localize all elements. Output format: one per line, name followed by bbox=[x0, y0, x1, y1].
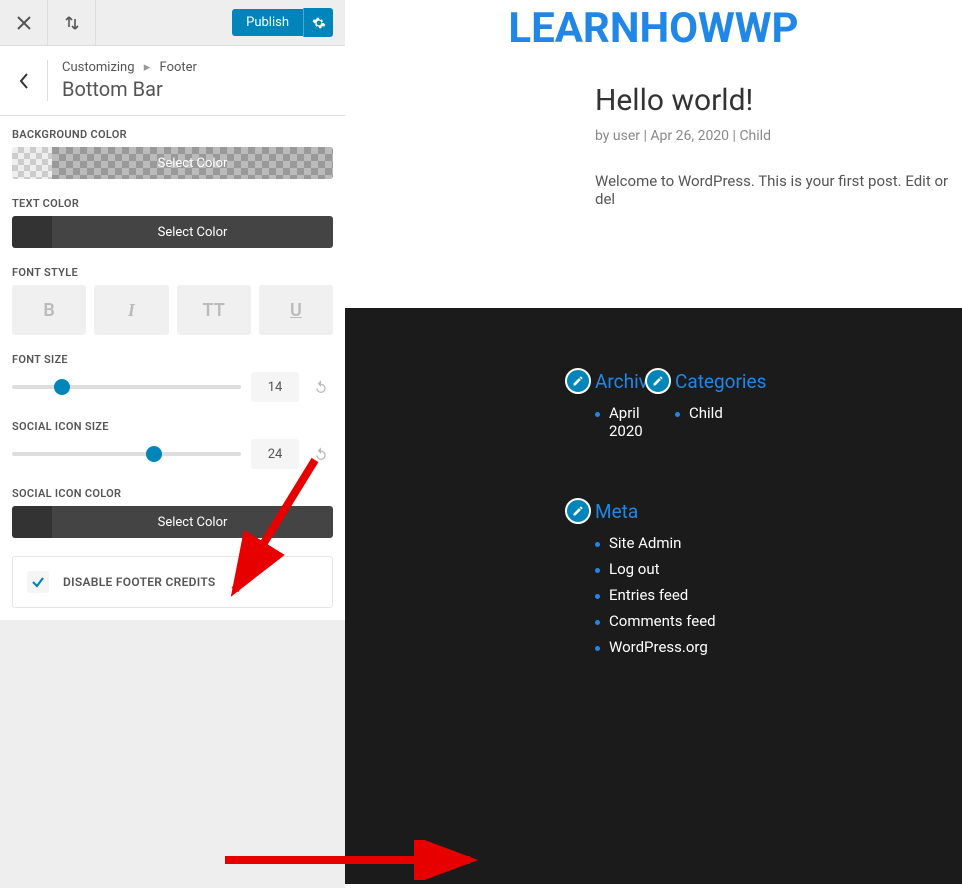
disable-footer-credits-checkbox[interactable] bbox=[27, 571, 49, 593]
post-meta-author[interactable]: user bbox=[613, 128, 640, 144]
reset-icon bbox=[313, 379, 329, 395]
text-color-control: TEXT COLOR Select Color bbox=[12, 197, 333, 248]
font-style-label: FONT STYLE bbox=[12, 266, 333, 279]
site-footer: Archives April 2020 Categories Child bbox=[345, 308, 962, 884]
social-icon-size-reset-button[interactable] bbox=[309, 446, 333, 462]
list-item[interactable]: April 2020 bbox=[595, 404, 675, 440]
breadcrumb-separator: ▸ bbox=[144, 60, 151, 75]
background-color-label: BACKGROUND COLOR bbox=[12, 128, 333, 141]
social-icon-size-input[interactable] bbox=[251, 439, 299, 469]
social-icon-color-control: SOCIAL ICON COLOR Select Color bbox=[12, 487, 333, 538]
post-meta: by user | Apr 26, 2020 | Child bbox=[595, 128, 962, 144]
list-item[interactable]: Entries feed bbox=[595, 586, 962, 604]
pencil-icon bbox=[572, 505, 584, 517]
meta-widget: Meta Site Admin Log out Entries feed Com… bbox=[595, 498, 962, 656]
disable-footer-credits-row[interactable]: DISABLE FOOTER CREDITS bbox=[12, 556, 333, 608]
site-preview: LEARNHOWWP Hello world! by user | Apr 26… bbox=[345, 0, 962, 888]
breadcrumb-parent[interactable]: Footer bbox=[160, 60, 197, 75]
text-color-swatch[interactable] bbox=[12, 216, 52, 248]
publish-group: Publish bbox=[232, 8, 333, 37]
edit-widget-button[interactable] bbox=[565, 498, 591, 524]
section-title: Bottom Bar bbox=[62, 77, 197, 101]
list-item[interactable]: WordPress.org bbox=[595, 638, 962, 656]
social-icon-size-control: SOCIAL ICON SIZE bbox=[12, 420, 333, 469]
list-item[interactable]: Log out bbox=[595, 560, 962, 578]
chevron-left-icon bbox=[19, 73, 29, 89]
social-icon-size-slider[interactable] bbox=[12, 452, 241, 456]
font-size-slider[interactable] bbox=[12, 385, 241, 389]
social-icon-color-select-button[interactable]: Select Color bbox=[52, 506, 333, 538]
disable-footer-credits-label: DISABLE FOOTER CREDITS bbox=[63, 575, 216, 589]
customizer-sidebar: Publish Customizing ▸ Footer Bottom Bar … bbox=[0, 0, 345, 888]
controls-panel: BACKGROUND COLOR Select Color TEXT COLOR… bbox=[0, 116, 345, 620]
breadcrumb: Customizing ▸ Footer bbox=[62, 60, 197, 75]
post-meta-date: Apr 26, 2020 bbox=[650, 128, 729, 144]
device-toggle-button[interactable] bbox=[48, 0, 96, 46]
font-size-control: FONT SIZE bbox=[12, 353, 333, 402]
publish-button[interactable]: Publish bbox=[232, 9, 303, 36]
underline-button[interactable]: U bbox=[259, 285, 333, 335]
background-color-select-button[interactable]: Select Color bbox=[52, 147, 333, 179]
post-meta-by: by bbox=[595, 128, 609, 144]
check-icon bbox=[31, 575, 45, 589]
social-icon-color-label: SOCIAL ICON COLOR bbox=[12, 487, 333, 500]
font-size-input[interactable] bbox=[251, 372, 299, 402]
post-title[interactable]: Hello world! bbox=[595, 83, 962, 118]
back-button[interactable] bbox=[0, 60, 48, 101]
section-header: Customizing ▸ Footer Bottom Bar bbox=[0, 46, 345, 116]
categories-widget: Categories Child bbox=[675, 368, 766, 448]
close-button[interactable] bbox=[0, 0, 48, 46]
edit-widget-button[interactable] bbox=[565, 368, 591, 394]
bold-button[interactable]: B bbox=[12, 285, 86, 335]
breadcrumb-root: Customizing bbox=[62, 60, 135, 75]
post: Hello world! by user | Apr 26, 2020 | Ch… bbox=[345, 53, 962, 208]
text-color-select-button[interactable]: Select Color bbox=[52, 216, 333, 248]
background-color-control: BACKGROUND COLOR Select Color bbox=[12, 128, 333, 179]
list-item[interactable]: Comments feed bbox=[595, 612, 962, 630]
reset-icon bbox=[313, 446, 329, 462]
post-body: Welcome to WordPress. This is your first… bbox=[595, 172, 962, 208]
customizer-topbar: Publish bbox=[0, 0, 345, 46]
pencil-icon bbox=[572, 375, 584, 387]
sort-icon bbox=[64, 15, 80, 31]
uppercase-button[interactable]: TT bbox=[177, 285, 251, 335]
font-size-label: FONT SIZE bbox=[12, 353, 333, 366]
meta-title: Meta bbox=[595, 500, 638, 523]
site-title[interactable]: LEARNHOWWP bbox=[345, 0, 962, 53]
pencil-icon bbox=[652, 375, 664, 387]
font-size-reset-button[interactable] bbox=[309, 379, 333, 395]
background-color-swatch[interactable] bbox=[12, 147, 52, 179]
social-icon-color-swatch[interactable] bbox=[12, 506, 52, 538]
categories-title: Categories bbox=[675, 370, 766, 393]
text-color-label: TEXT COLOR bbox=[12, 197, 333, 210]
italic-button[interactable]: I bbox=[94, 285, 168, 335]
font-style-control: FONT STYLE B I TT U bbox=[12, 266, 333, 335]
list-item[interactable]: Site Admin bbox=[595, 534, 962, 552]
post-meta-category[interactable]: Child bbox=[739, 128, 771, 144]
gear-icon bbox=[312, 16, 326, 30]
close-icon bbox=[17, 16, 31, 30]
publish-settings-button[interactable] bbox=[303, 8, 333, 37]
social-icon-size-label: SOCIAL ICON SIZE bbox=[12, 420, 333, 433]
edit-widget-button[interactable] bbox=[645, 368, 671, 394]
list-item[interactable]: Child bbox=[675, 404, 766, 422]
